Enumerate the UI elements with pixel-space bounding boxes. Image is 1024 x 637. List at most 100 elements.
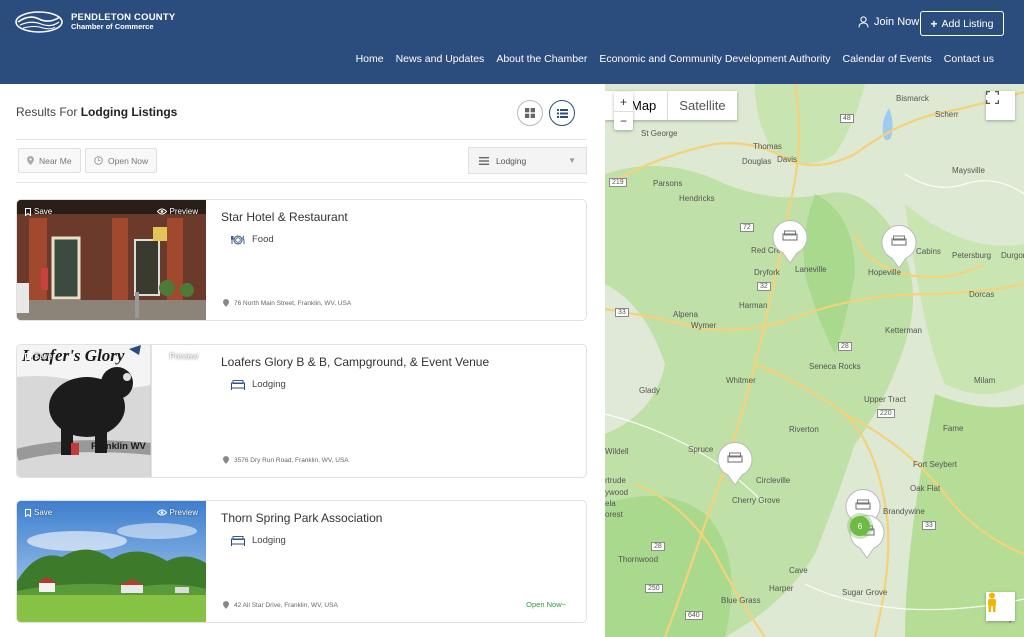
map-place-label: Scherr [935, 110, 959, 119]
map-place-label: Blue Grass [721, 596, 761, 605]
nav-contact[interactable]: Contact us [944, 53, 994, 65]
marker-cluster[interactable]: 6 [850, 516, 870, 536]
map-place-label: Thornwood [618, 555, 659, 564]
plus-icon: + [930, 16, 938, 31]
preview-button[interactable]: Preview [156, 352, 198, 361]
bookmark-icon [25, 508, 31, 517]
add-listing-button[interactable]: + Add Listing [920, 11, 1004, 36]
map-place-label: Durgon [1001, 251, 1024, 260]
category-select[interactable]: Lodging ▼ [468, 147, 587, 174]
listing-title[interactable]: Loafers Glory B & B, Campground, & Event… [221, 355, 489, 369]
listing-address-text: 3576 Dry Run Road, Franklin, WV, USA [234, 456, 349, 464]
eye-icon [156, 208, 167, 215]
preview-button[interactable]: Preview [156, 508, 198, 517]
route-shield: 219 [609, 178, 627, 187]
listing-image[interactable]: Save Preview [17, 501, 206, 622]
street-view-button[interactable] [986, 592, 1015, 621]
lodging-map-marker[interactable] [880, 223, 918, 269]
preview-button[interactable]: Preview [156, 207, 198, 216]
save-label: Save [34, 352, 53, 361]
listing-address-text: 76 North Main Street, Franklin, WV, USA [234, 299, 352, 307]
caret-down-icon: ▼ [568, 156, 576, 165]
nav-calendar[interactable]: Calendar of Events [842, 53, 931, 65]
map-place-label: Cave [789, 566, 808, 575]
map-view[interactable]: Bismarck Scherr St George Thomas Davis D… [605, 84, 1024, 637]
list-view-button[interactable] [549, 100, 575, 126]
map-place-label: Spruce [688, 445, 714, 454]
listing-card[interactable]: Save Preview Star Hotel & Restaurant Foo… [16, 199, 587, 321]
nav-news[interactable]: News and Updates [396, 53, 485, 65]
location-pin-icon [223, 601, 229, 609]
map-place-label: Petersburg [952, 251, 992, 260]
zoom-in-button[interactable]: + [614, 92, 633, 111]
site-header: PENDLETON COUNTY Chamber of Commerce Joi… [0, 0, 1024, 84]
grid-view-button[interactable] [517, 100, 543, 126]
nav-economic[interactable]: Economic and Community Development Autho… [599, 53, 830, 65]
listing-title[interactable]: Star Hotel & Restaurant [221, 210, 348, 224]
listing-address: 3576 Dry Run Road, Franklin, WV, USA [223, 456, 349, 464]
location-pin-icon [27, 156, 34, 165]
listing-card[interactable]: Save Preview Thorn Spring Park Associati… [16, 500, 587, 623]
open-status[interactable]: Open Now~ [526, 600, 566, 609]
map-place-label: Thomas [753, 142, 782, 151]
bookmark-icon [25, 352, 31, 361]
map-place-label: Riverton [789, 425, 819, 434]
listing-category[interactable]: Food [231, 234, 274, 245]
map-place-label: Upper Tract [864, 395, 906, 404]
near-me-label: Near Me [39, 155, 72, 166]
route-shield: 250 [645, 584, 663, 593]
list-icon [556, 108, 568, 118]
grid-icon [525, 108, 535, 118]
near-me-filter[interactable]: Near Me [18, 148, 81, 173]
map-place-label: Parsons [653, 179, 683, 188]
save-label: Save [34, 207, 53, 216]
save-button[interactable]: Save [25, 508, 52, 517]
listing-category-label: Lodging [252, 535, 286, 546]
map-place-label: Laneville [795, 265, 827, 274]
pegman-icon [988, 592, 996, 612]
listing-image[interactable]: Save Preview [17, 200, 206, 320]
map-place-label: Harman [739, 301, 768, 310]
save-button[interactable]: Save [25, 352, 52, 361]
clock-icon [94, 156, 103, 165]
category-select-value: Lodging [496, 155, 527, 166]
listing-category[interactable]: Lodging [231, 379, 286, 390]
join-now-link[interactable]: Join Now [858, 16, 919, 28]
nav-about[interactable]: About the Chamber [496, 53, 587, 65]
zoom-out-button[interactable]: − [614, 111, 633, 130]
location-pin-icon [223, 456, 229, 464]
user-icon [858, 16, 869, 28]
lodging-map-marker[interactable] [716, 440, 754, 486]
utensils-icon [231, 235, 245, 244]
route-shield: 640 [685, 611, 703, 620]
save-button[interactable]: Save [25, 207, 52, 216]
open-now-filter[interactable]: Open Now [85, 148, 158, 173]
route-shield: 28 [651, 542, 665, 551]
nav-home[interactable]: Home [356, 53, 384, 65]
map-place-label: Fort Seybert [913, 460, 958, 469]
map-place-label: Oak Flat [910, 484, 941, 493]
map-pin-icon [717, 442, 753, 486]
zoom-control: + − [614, 92, 633, 130]
site-logo[interactable]: PENDLETON COUNTY Chamber of Commerce [15, 10, 175, 34]
listing-image[interactable]: Loafer's Glory Franklin WV Save Preview [17, 345, 206, 477]
listing-category-label: Lodging [252, 379, 286, 390]
divider [16, 182, 587, 183]
results-category: Lodging Listings [80, 105, 178, 119]
map-place-label: ywood [605, 488, 629, 497]
map-place-label: Whitmer [726, 376, 756, 385]
list-icon [479, 156, 489, 165]
map-type-satellite[interactable]: Satellite [667, 91, 736, 120]
results-prefix: Results For [16, 105, 78, 119]
map-place-label: Ketterman [885, 326, 922, 335]
image-caption-text: Franklin WV [91, 441, 147, 452]
listing-title[interactable]: Thorn Spring Park Association [221, 511, 382, 525]
results-panel: Results For Lodging Listings Near Me Ope… [0, 84, 604, 637]
lodging-map-marker[interactable] [771, 218, 809, 264]
bed-icon [231, 379, 245, 390]
preview-label: Preview [169, 508, 198, 517]
fullscreen-button[interactable] [986, 91, 1015, 120]
listing-card[interactable]: Loafer's Glory Franklin WV Save Preview … [16, 344, 587, 478]
add-listing-label: Add Listing [941, 17, 994, 30]
listing-category[interactable]: Lodging [231, 535, 286, 546]
